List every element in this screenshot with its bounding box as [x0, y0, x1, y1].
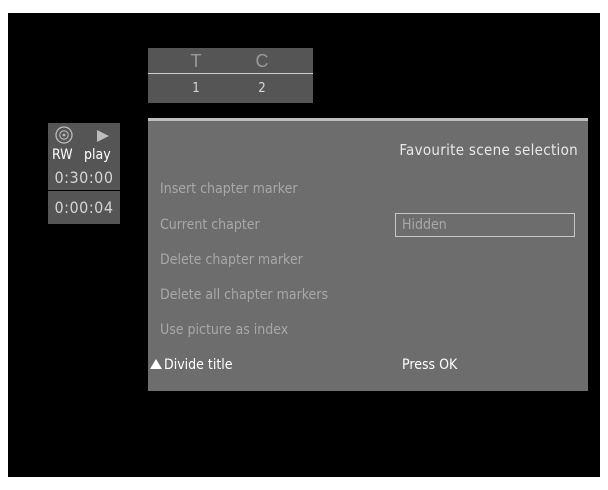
status-labels: RW play [48, 147, 120, 165]
playback-mode-label: play [84, 147, 111, 163]
title-header: T [190, 51, 202, 71]
menu-item-divide-title[interactable]: Divide title [164, 357, 233, 373]
disc-icon [55, 126, 73, 144]
menu-item-delete-all-chapter-markers[interactable]: Delete all chapter markers [160, 287, 328, 303]
press-ok-hint: Press OK [402, 357, 458, 373]
chapter-number: 2 [258, 81, 266, 96]
playback-status-panel: RW play 0:30:00 0:00:04 [48, 123, 120, 224]
status-icons [52, 126, 118, 146]
status-divider [48, 190, 120, 191]
favourite-scene-menu: Favourite scene selection Insert chapter… [148, 118, 588, 391]
menu-item-current-chapter[interactable]: Current chapter [160, 217, 260, 233]
title-chapter-indicator: T C 1 2 [148, 48, 313, 103]
menu-title: Favourite scene selection [399, 141, 578, 159]
play-icon [97, 130, 109, 142]
tv-screen: T C 1 2 RW play 0:30:00 0:00:04 Favourit [8, 13, 600, 477]
title-number: 1 [192, 81, 200, 96]
menu-item-use-picture-as-index[interactable]: Use picture as index [160, 322, 288, 338]
menu-item-delete-chapter-marker[interactable]: Delete chapter marker [160, 252, 303, 268]
chapter-header: C [255, 51, 269, 71]
menu-item-insert-chapter-marker[interactable]: Insert chapter marker [160, 181, 298, 197]
selection-up-arrow-icon [150, 359, 162, 369]
media-type-label: RW [52, 147, 73, 163]
total-time: 0:30:00 [54, 168, 114, 187]
current-chapter-value-field[interactable]: Hidden [395, 213, 575, 237]
title-chapter-value-row: 1 2 [148, 78, 313, 100]
title-chapter-header-row: T C [148, 51, 313, 74]
elapsed-time: 0:00:04 [54, 198, 114, 217]
